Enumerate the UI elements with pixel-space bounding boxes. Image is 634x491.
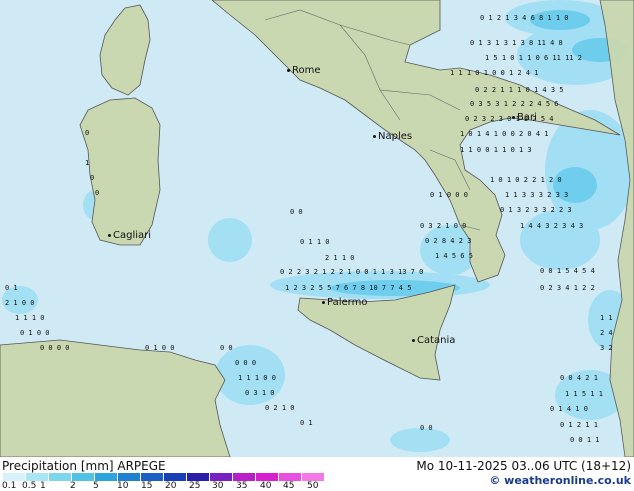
map-title: Precipitation [mm] ARPEGE	[2, 459, 166, 473]
svg-text:1 4 5 6 5: 1 4 5 6 5	[435, 252, 473, 260]
city-label-palermo: Palermo	[322, 297, 367, 308]
precipitation-map: 0 1 2 1 3 4 6 8 1 1 0 0 1 3 1 3 1 3 8 11…	[0, 0, 634, 457]
city-dot-icon	[373, 134, 376, 138]
svg-text:0 1 1 0: 0 1 1 0	[300, 238, 330, 246]
svg-text:0 0: 0 0	[420, 424, 433, 432]
svg-text:0 3 2 1 0 0: 0 3 2 1 0 0	[420, 222, 466, 230]
svg-text:1 5 1 0 1 1 0 6 11 11 2: 1 5 1 0 1 1 0 6 11 11 2	[485, 54, 582, 62]
svg-text:1 1 0 0 1 1 0 1 3: 1 1 0 0 1 1 0 1 3	[460, 146, 532, 154]
svg-text:1 1 1 0: 1 1 1 0	[15, 314, 45, 322]
svg-text:0 0 1 5 4 5 4: 0 0 1 5 4 5 4	[540, 267, 595, 275]
svg-text:0 1 4 1 0: 0 1 4 1 0	[550, 405, 588, 413]
legend-swatch	[302, 473, 325, 481]
valid-time: Mo 10-11-2025 03..06 UTC (18+12)	[416, 459, 631, 473]
svg-text:0 1 2 1 3 4 6 8 1 1 0: 0 1 2 1 3 4 6 8 1 1 0	[480, 14, 569, 22]
legend-swatch	[256, 473, 279, 481]
svg-text:0 3 5 3 1 2 2 2 4 5 6: 0 3 5 3 1 2 2 2 4 5 6	[470, 100, 559, 108]
legend-swatch	[118, 473, 141, 481]
legend-swatch	[210, 473, 233, 481]
svg-text:1 1 1 0 0: 1 1 1 0 0	[238, 374, 276, 382]
credit-link[interactable]: © weatheronline.co.uk	[489, 474, 631, 487]
city-dot-icon	[322, 300, 325, 304]
legend-swatch	[141, 473, 164, 481]
svg-text:2 1 1 0: 2 1 1 0	[325, 254, 355, 262]
city-dot-icon	[512, 115, 515, 119]
legend-swatch	[3, 473, 26, 481]
city-name: Rome	[292, 65, 321, 76]
city-name: Bari	[517, 112, 537, 123]
svg-text:1 0 1 4 1 0 0 2 0 4 1: 1 0 1 4 1 0 0 2 0 4 1	[460, 130, 549, 138]
svg-text:0 1 3 1 3 1 3 8 11 4 8: 0 1 3 1 3 1 3 8 11 4 8	[470, 39, 563, 47]
svg-text:1: 1	[85, 159, 89, 167]
svg-text:0 1 0 0: 0 1 0 0	[145, 344, 175, 352]
svg-text:0 0 0 0: 0 0 0 0	[40, 344, 70, 352]
svg-text:0 0: 0 0	[220, 344, 233, 352]
svg-text:0 1: 0 1	[300, 419, 313, 427]
city-dot-icon	[412, 338, 415, 342]
legend-swatch	[187, 473, 210, 481]
svg-text:0 1 3 2 3 3 2 2 3: 0 1 3 2 3 3 2 2 3	[500, 206, 572, 214]
svg-text:1 0 1 0 2 2 1 2 0: 1 0 1 0 2 2 1 2 0	[490, 176, 562, 184]
svg-text:0 2 3 2 3 0 1 2 2 5 4: 0 2 3 2 3 0 1 2 2 5 4	[465, 115, 554, 123]
svg-text:0 2 2 1 1 1 0 1 4 3 5: 0 2 2 1 1 1 0 1 4 3 5	[475, 86, 564, 94]
city-name: Naples	[378, 131, 413, 142]
svg-text:0: 0	[85, 129, 89, 137]
svg-text:0 2 3 4 1 2 2: 0 2 3 4 1 2 2	[540, 284, 595, 292]
svg-text:1 2 3 2 5 5 7 6 7 8 10 7 7 4 5: 1 2 3 2 5 5 7 6 7 8 10 7 7 4 5	[285, 284, 411, 292]
legend-swatch	[279, 473, 302, 481]
city-name: Catania	[417, 335, 456, 346]
svg-text:0 1: 0 1	[5, 284, 18, 292]
svg-text:1 1 3 3 3 2 3 3: 1 1 3 3 3 2 3 3	[505, 191, 568, 199]
svg-text:0 2 1 0: 0 2 1 0	[265, 404, 295, 412]
city-name: Cagliari	[113, 230, 152, 241]
svg-text:0: 0	[90, 174, 94, 182]
city-label-naples: Naples	[373, 131, 412, 142]
legend-swatch	[164, 473, 187, 481]
city-dot-icon	[108, 233, 111, 237]
svg-text:0 0 4 2 1: 0 0 4 2 1	[560, 374, 598, 382]
svg-text:0 1 0 0: 0 1 0 0	[20, 329, 50, 337]
svg-text:1 1 1 0 1 0 0 1 2 4 1: 1 1 1 0 1 0 0 1 2 4 1	[450, 69, 539, 77]
svg-text:0 2 2 3 2 1 2 2 1 0 0 1 1 3 13: 0 2 2 3 2 1 2 2 1 0 0 1 1 3 13 7 0	[280, 268, 423, 276]
svg-text:0 0 0: 0 0 0	[235, 359, 256, 367]
city-label-cagliari: Cagliari	[108, 230, 151, 241]
legend-swatch	[233, 473, 256, 481]
city-label-catania: Catania	[412, 335, 455, 346]
svg-text:3 2: 3 2	[600, 344, 613, 352]
map-footer: Precipitation [mm] ARPEGE Mo 10-11-2025 …	[0, 457, 634, 491]
svg-text:0 0: 0 0	[290, 208, 303, 216]
svg-text:1 1: 1 1	[600, 314, 613, 322]
city-name: Palermo	[327, 297, 368, 308]
legend-colorbar	[3, 473, 325, 481]
svg-text:0 3 1 0: 0 3 1 0	[245, 389, 275, 397]
svg-text:0 1 0 0 0: 0 1 0 0 0	[430, 191, 468, 199]
svg-text:2 1 0 0: 2 1 0 0	[5, 299, 35, 307]
svg-text:1 1 5 1 1: 1 1 5 1 1	[565, 390, 603, 398]
svg-text:0: 0	[95, 189, 99, 197]
legend-swatch	[49, 473, 72, 481]
svg-text:0 0 1 1: 0 0 1 1	[570, 436, 600, 444]
city-label-rome: Rome	[287, 65, 321, 76]
legend-swatch	[26, 473, 49, 481]
city-dot-icon	[287, 68, 290, 72]
legend-swatch	[72, 473, 95, 481]
svg-text:0 1 2 1 1: 0 1 2 1 1	[560, 421, 598, 429]
svg-text:2 4: 2 4	[600, 329, 613, 337]
legend-swatch	[95, 473, 118, 481]
svg-text:0 2 8 4 2 3: 0 2 8 4 2 3	[425, 237, 471, 245]
svg-text:1 4 4 3 2 3 4 3: 1 4 4 3 2 3 4 3	[520, 222, 583, 230]
city-label-bari: Bari	[512, 112, 537, 123]
